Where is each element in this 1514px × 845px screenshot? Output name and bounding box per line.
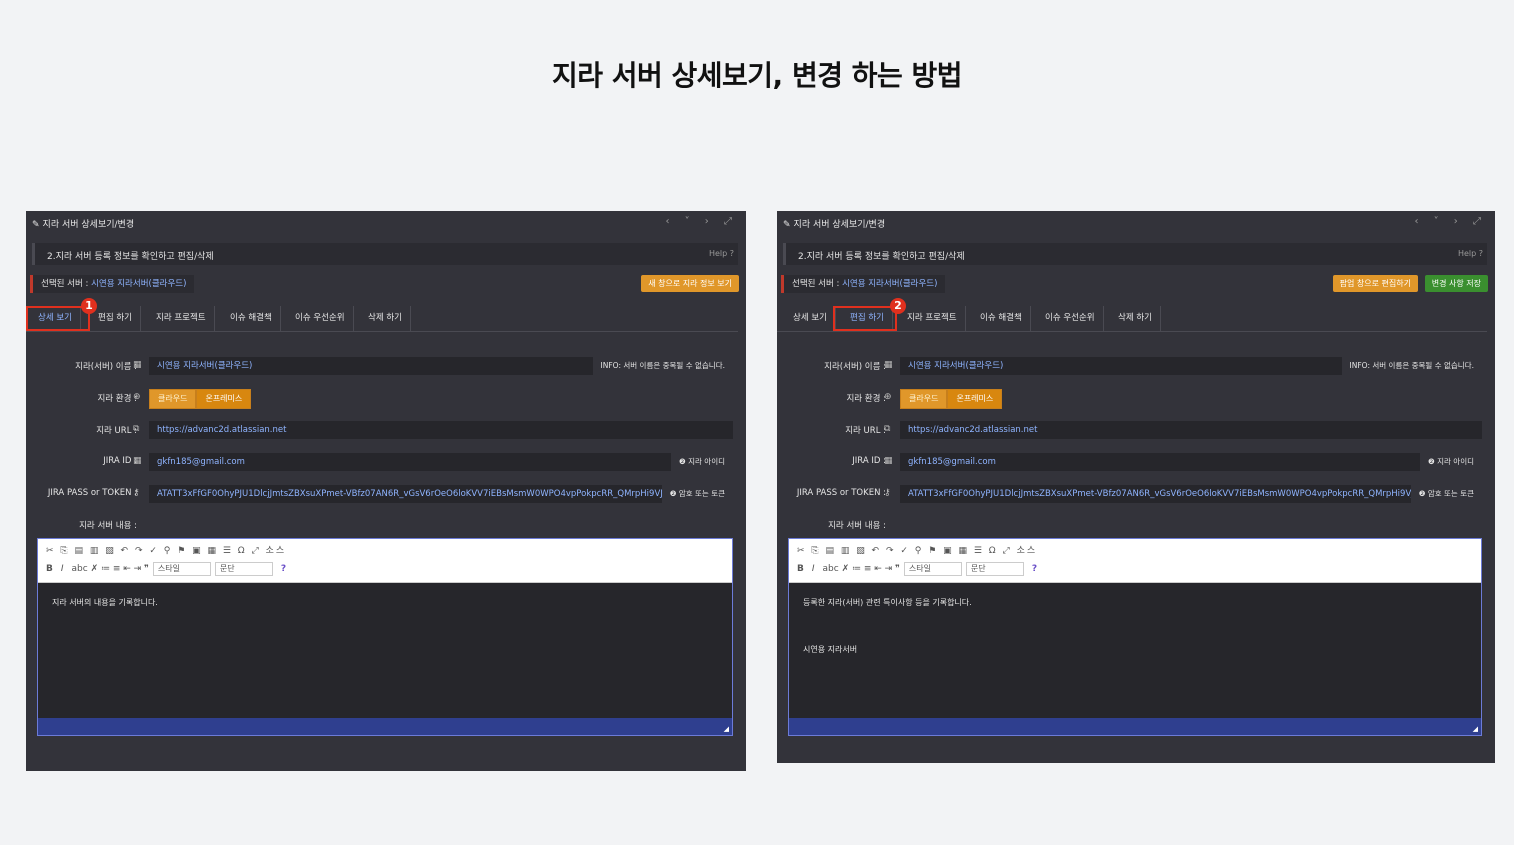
- editor-toolbar: ✂ ⎘ ▤ ▥ ▧ ↶ ↷ ✓ ⚲ ⚑ ▣ ▦ ☰ Ω ⤢ 소스 B Iabc ✗…: [38, 539, 732, 583]
- env-toggle[interactable]: 클라우드 온프레미스: [149, 389, 252, 409]
- env-onprem-option[interactable]: 온프레미스: [947, 389, 1003, 409]
- tab-jira-project[interactable]: 지라 프로젝트: [899, 306, 966, 331]
- popup-edit-button[interactable]: 팝업 창으로 편집하기: [1332, 275, 1418, 292]
- field-url-row: 지라 URL : ⧉ https://advanc2d.atlassian.ne…: [777, 421, 1495, 439]
- bold-icon: B: [46, 564, 53, 574]
- selected-server: 선택된 서버 : 시연용 지라서버(클라우드): [781, 275, 946, 293]
- tab-view[interactable]: 상세 보기: [785, 306, 836, 331]
- tab-issue-priority[interactable]: 이슈 우선순위: [1037, 306, 1104, 331]
- field-env-row: 지라 환경 : ⊕ 클라우드 온프레미스: [26, 389, 746, 409]
- italic-icon: I: [60, 564, 64, 574]
- source-button[interactable]: 소스: [1017, 546, 1038, 556]
- field-name-row: 지라(서버) 이름 : ▦ 시연용 지라서버(클라우드) INFO: 서버 이름은…: [777, 357, 1495, 375]
- tab-issue-priority[interactable]: 이슈 우선순위: [287, 306, 354, 331]
- key-icon: ⚷: [884, 488, 891, 498]
- toolbar-row-1[interactable]: ✂ ⎘ ▤ ▥ ▧ ↶ ↷ ✓ ⚲ ⚑ ▣ ▦ ☰ Ω ⤢ 소스: [797, 543, 1037, 559]
- help-icon[interactable]: ?: [281, 564, 286, 574]
- jira-token-input[interactable]: ATATT3xFfGF0OhyPJU1DlcjJmtsZBXsuXPmet-VB…: [900, 485, 1482, 503]
- tab-bar: 상세 보기 편집 하기 지라 프로젝트 이슈 해결책 이슈 우선순위 삭제 하기: [26, 306, 738, 332]
- field-id-row: JIRA ID : ▦ gkfn185@gmail.com ❷ 지라 아이디: [777, 453, 1495, 471]
- tab-delete[interactable]: 삭제 하기: [1110, 306, 1161, 331]
- jira-url-input[interactable]: https://advanc2d.atlassian.net: [149, 421, 733, 439]
- subtitle-text: 2.지라 서버 등록 정보를 확인하고 편집/삭제: [47, 252, 214, 262]
- grid-icon: ▦: [133, 456, 142, 466]
- jira-url-input[interactable]: https://advanc2d.atlassian.net: [900, 421, 1482, 439]
- style-select[interactable]: 스타일: [152, 561, 211, 576]
- field-url-row: 지라 URL : ⧉ https://advanc2d.atlassian.ne…: [26, 421, 746, 439]
- field-token-row: JIRA PASS or TOKEN : ⚷ ATATT3xFfGF0OhyPJ…: [777, 485, 1495, 503]
- jira-token-input[interactable]: ATATT3xFfGF0OhyPJU1DlcjJmtsZBXsuXPmet-VB…: [149, 485, 733, 503]
- highlight-box: [26, 306, 90, 331]
- open-new-window-button[interactable]: 새 창으로 지라 정보 보기: [641, 275, 739, 292]
- panel-title: ✎ 지라 서버 상세보기/변경: [783, 220, 886, 230]
- style-select[interactable]: 스타일: [903, 561, 962, 576]
- tab-edit[interactable]: 편집 하기: [90, 306, 141, 331]
- tab-issue-resolution[interactable]: 이슈 해결책: [222, 306, 281, 331]
- env-cloud-option[interactable]: 클라우드: [149, 389, 197, 409]
- source-button[interactable]: 소스: [266, 546, 287, 556]
- italic-icon: I: [811, 564, 815, 574]
- resize-handle-icon[interactable]: ◢: [1473, 725, 1478, 733]
- help-icon[interactable]: ?: [1032, 564, 1037, 574]
- field-name-row: 지라(서버) 이름 : ▦ 시연용 지라서버(클라우드) INFO: 서버 이름은…: [26, 357, 746, 375]
- selected-server: 선택된 서버 : 시연용 지라서버(클라우드): [30, 275, 195, 293]
- help-link[interactable]: Help ?: [1458, 249, 1483, 258]
- highlight-box: [833, 306, 897, 331]
- toolbar-row-2[interactable]: B Iabc ✗ ≔ ≡ ⇤ ⇥ ❞ 스타일 문단?: [797, 561, 1037, 577]
- bold-icon: B: [797, 564, 804, 574]
- field-env-row: 지라 환경 : ⊕ 클라우드 온프레미스: [777, 389, 1495, 409]
- key-icon: ⚷: [133, 488, 140, 498]
- globe-icon: ⊕: [133, 392, 141, 402]
- editor-toolbar: ✂ ⎘ ▤ ▥ ▧ ↶ ↷ ✓ ⚲ ⚑ ▣ ▦ ☰ Ω ⤢ 소스 B Iabc ✗…: [789, 539, 1481, 583]
- grid-icon: ▦: [133, 360, 142, 370]
- server-name-input[interactable]: 시연용 지라서버(클라우드) INFO: 서버 이름은 중복될 수 없습니다.: [149, 357, 733, 375]
- panel-subtitle: 2.지라 서버 등록 정보를 확인하고 편집/삭제 Help ?: [783, 243, 1487, 265]
- env-onprem-option[interactable]: 온프레미스: [196, 389, 252, 409]
- help-link[interactable]: Help ?: [709, 249, 734, 258]
- grid-icon: ▦: [884, 456, 893, 466]
- jira-id-input[interactable]: gkfn185@gmail.com ❷ 지라 아이디: [149, 453, 733, 471]
- edit-icon: ✎: [783, 220, 791, 230]
- resize-handle-icon[interactable]: ◢: [724, 725, 729, 733]
- field-content-row: 지라 서버 내용 :: [828, 521, 886, 531]
- server-name-input[interactable]: 시연용 지라서버(클라우드) INFO: 서버 이름은 중복될 수 없습니다.: [900, 357, 1482, 375]
- save-changes-button[interactable]: 변경 사항 저장: [1424, 275, 1488, 292]
- step-badge: 1: [81, 298, 97, 314]
- external-link-icon: ⧉: [884, 424, 891, 434]
- window-controls[interactable]: ‹ ˅ › ⤢: [1414, 216, 1487, 227]
- grid-icon: ▦: [884, 360, 893, 370]
- rich-text-editor[interactable]: ✂ ⎘ ▤ ▥ ▧ ↶ ↷ ✓ ⚲ ⚑ ▣ ▦ ☰ Ω ⤢ 소스 B Iabc ✗…: [37, 538, 733, 736]
- format-select[interactable]: 문단: [214, 561, 273, 576]
- rich-text-editor[interactable]: ✂ ⎘ ▤ ▥ ▧ ↶ ↷ ✓ ⚲ ⚑ ▣ ▦ ☰ Ω ⤢ 소스 B Iabc ✗…: [788, 538, 1482, 736]
- server-detail-panel-view: ✎ 지라 서버 상세보기/변경 ‹ ˅ › ⤢ 2.지라 서버 등록 정보를 확인…: [26, 211, 746, 771]
- env-cloud-option[interactable]: 클라우드: [900, 389, 948, 409]
- server-detail-panel-edit: ✎ 지라 서버 상세보기/변경 ‹ ˅ › ⤢ 2.지라 서버 등록 정보를 확인…: [777, 211, 1495, 763]
- subtitle-text: 2.지라 서버 등록 정보를 확인하고 편집/삭제: [798, 252, 965, 262]
- edit-icon: ✎: [32, 220, 40, 230]
- field-token-row: JIRA PASS or TOKEN : ⚷ ATATT3xFfGF0OhyPJ…: [26, 485, 746, 503]
- field-content-row: 지라 서버 내용 :: [79, 521, 137, 531]
- tab-issue-resolution[interactable]: 이슈 해결책: [972, 306, 1031, 331]
- tab-jira-project[interactable]: 지라 프로젝트: [148, 306, 215, 331]
- toolbar-row-2[interactable]: B Iabc ✗ ≔ ≡ ⇤ ⇥ ❞ 스타일 문단?: [46, 561, 286, 577]
- editor-footer: ◢: [38, 718, 732, 735]
- globe-icon: ⊕: [884, 392, 892, 402]
- editor-content[interactable]: 지라 서버의 내용을 기록합니다.: [52, 597, 158, 644]
- toolbar-row-1[interactable]: ✂ ⎘ ▤ ▥ ▧ ↶ ↷ ✓ ⚲ ⚑ ▣ ▦ ☰ Ω ⤢ 소스: [46, 543, 286, 559]
- panel-subtitle: 2.지라 서버 등록 정보를 확인하고 편집/삭제 Help ?: [32, 243, 738, 265]
- editor-content[interactable]: 등록한 지라(서버) 관련 특이사항 등을 기록합니다. 시연용 지라서버: [803, 597, 972, 691]
- tab-delete[interactable]: 삭제 하기: [360, 306, 411, 331]
- field-id-row: JIRA ID : ▦ gkfn185@gmail.com ❷ 지라 아이디: [26, 453, 746, 471]
- external-link-icon: ⧉: [133, 424, 140, 434]
- window-controls[interactable]: ‹ ˅ › ⤢: [665, 216, 738, 227]
- page-title: 지라 서버 상세보기, 변경 하는 방법: [551, 59, 963, 92]
- editor-footer: ◢: [789, 718, 1481, 735]
- format-select[interactable]: 문단: [965, 561, 1024, 576]
- env-toggle[interactable]: 클라우드 온프레미스: [900, 389, 1003, 409]
- step-badge: 2: [890, 298, 906, 314]
- panel-title: ✎ 지라 서버 상세보기/변경: [32, 220, 135, 230]
- jira-id-input[interactable]: gkfn185@gmail.com ❷ 지라 아이디: [900, 453, 1482, 471]
